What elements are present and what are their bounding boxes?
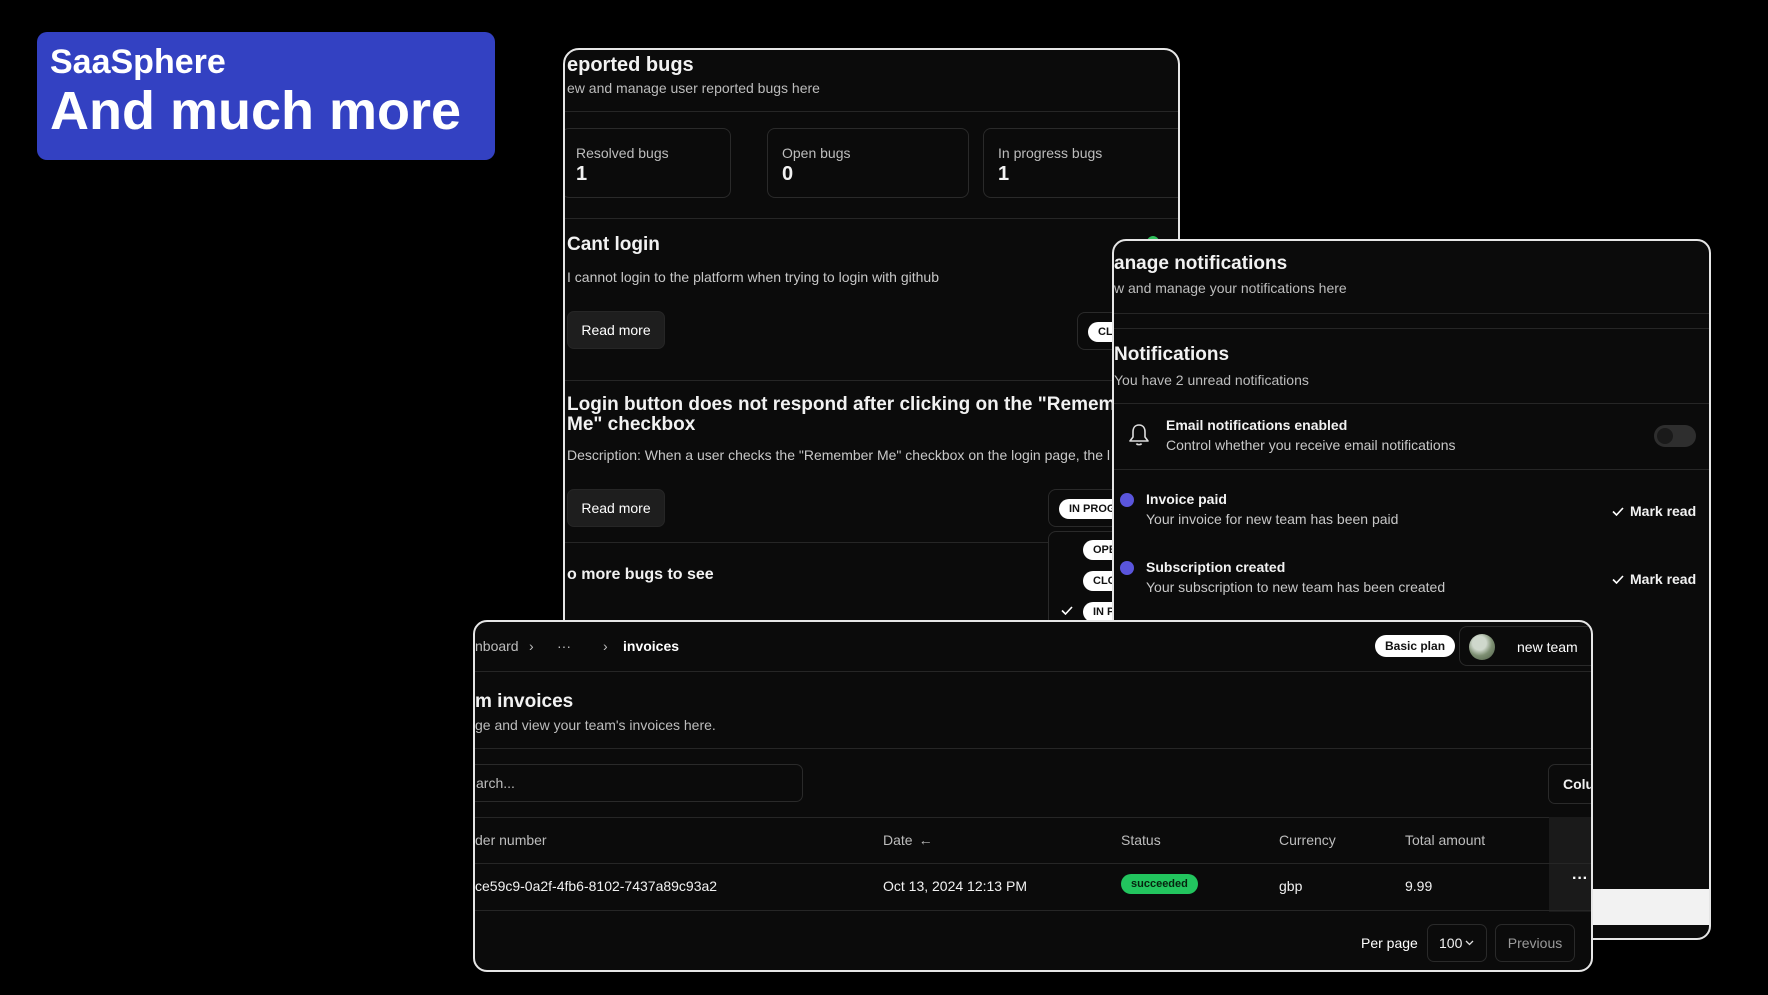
- email-notifications-title: Email notifications enabled: [1166, 417, 1348, 433]
- stat-label: Resolved bugs: [576, 145, 669, 161]
- brand-name: SaaSphere: [50, 43, 226, 81]
- cell-order-number: ce59c9-0a2f-4fb6-8102-7437a89c93a2: [475, 878, 718, 894]
- mark-read-button[interactable]: Mark read: [1612, 571, 1696, 587]
- plan-badge: Basic plan: [1375, 635, 1456, 657]
- divider: [475, 910, 1591, 911]
- column-header-total[interactable]: Total amount: [1405, 832, 1485, 848]
- column-header-order[interactable]: der number: [475, 832, 547, 848]
- per-page-select[interactable]: 100: [1427, 924, 1487, 962]
- stat-label: Open bugs: [782, 145, 851, 161]
- bug-title-line1: Login button does not respond after clic…: [567, 394, 1145, 415]
- page-title: eported bugs: [567, 54, 694, 76]
- divider: [475, 863, 1591, 864]
- notification-title: Invoice paid: [1146, 491, 1227, 507]
- page-title: anage notifications: [1114, 253, 1288, 274]
- stat-card-in-progress: In progress bugs 1: [983, 128, 1178, 198]
- check-icon: [1612, 574, 1624, 584]
- divider: [475, 748, 1591, 749]
- unread-dot: [1120, 493, 1134, 507]
- bell-icon: [1129, 424, 1149, 446]
- chevron-right-icon: ›: [603, 638, 608, 654]
- page-subtitle: ew and manage user reported bugs here: [567, 80, 820, 96]
- stat-card-resolved: Resolved bugs 1: [565, 128, 731, 198]
- bug-title-line2: Me" checkbox: [567, 414, 696, 435]
- team-name: new team: [1517, 639, 1578, 655]
- avatar: [1469, 634, 1495, 660]
- arrow-left-icon: ←: [918, 832, 933, 848]
- notification-subtitle: Your subscription to new team has been c…: [1146, 579, 1446, 595]
- divider: [1114, 469, 1709, 470]
- mark-read-button[interactable]: Mark read: [1612, 503, 1696, 519]
- notification-subtitle: Your invoice for new team has been paid: [1146, 511, 1399, 527]
- check-icon: [1612, 506, 1624, 516]
- empty-state-text: o more bugs to see: [567, 566, 714, 583]
- check-icon: [1061, 606, 1073, 615]
- per-page-label: Per page: [1361, 935, 1418, 951]
- divider: [1114, 328, 1709, 329]
- bug-description: Description: When a user checks the "Rem…: [567, 447, 1110, 463]
- email-notifications-subtitle: Control whether you receive email notifi…: [1166, 437, 1456, 453]
- email-notifications-toggle[interactable]: [1654, 425, 1696, 447]
- divider: [565, 111, 1178, 112]
- section-title: Notifications: [1114, 344, 1230, 365]
- search-field: [475, 764, 803, 802]
- stat-value: 0: [782, 163, 794, 185]
- page-subtitle: w and manage your notifications here: [1114, 280, 1347, 296]
- search-input[interactable]: [476, 765, 776, 801]
- breadcrumb-ellipsis[interactable]: ···: [557, 638, 571, 654]
- divider: [475, 671, 1591, 672]
- chevron-down-icon: [1465, 940, 1474, 946]
- team-switcher[interactable]: new team: [1459, 626, 1591, 666]
- divider: [565, 218, 1178, 219]
- columns-button[interactable]: Colu: [1548, 764, 1591, 804]
- column-header-currency[interactable]: Currency: [1279, 832, 1336, 848]
- reported-bugs-window: eported bugs ew and manage user reported…: [563, 48, 1180, 628]
- cell-total: 9.99: [1405, 878, 1433, 894]
- mark-read-label: Mark read: [1630, 571, 1697, 587]
- column-header-date[interactable]: Date ←: [883, 832, 933, 848]
- notification-title: Subscription created: [1146, 559, 1286, 575]
- stat-value: 1: [576, 163, 588, 185]
- read-more-button[interactable]: Read more: [567, 311, 665, 349]
- header-label: Date: [883, 832, 913, 848]
- header-label: Currency: [1279, 832, 1336, 848]
- actions-column: [1549, 817, 1591, 912]
- cell-currency: gbp: [1279, 878, 1303, 894]
- breadcrumb-current: invoices: [623, 638, 680, 654]
- stat-card-open: Open bugs 0: [767, 128, 969, 198]
- chevron-right-icon: ›: [529, 638, 534, 654]
- row-actions-button[interactable]: ···: [1572, 870, 1588, 888]
- column-header-status[interactable]: Status: [1121, 832, 1161, 848]
- banner-tagline: And much more: [50, 81, 462, 142]
- promo-banner: SaaSphere And much more: [37, 32, 495, 160]
- cell-date: Oct 13, 2024 12:13 PM: [883, 878, 1027, 894]
- divider: [1114, 403, 1709, 404]
- bug-title: Cant login: [567, 234, 660, 255]
- divider: [1114, 313, 1709, 314]
- breadcrumb-dashboard[interactable]: nboard: [475, 638, 519, 654]
- stat-label: In progress bugs: [998, 145, 1103, 161]
- header-label: Status: [1121, 832, 1161, 848]
- invoices-window: nboard › ··· › invoices Basic plan new t…: [473, 620, 1593, 972]
- status-badge: succeeded: [1121, 874, 1198, 894]
- section-subtitle: You have 2 unread notifications: [1114, 372, 1309, 388]
- per-page-value: 100: [1439, 935, 1463, 951]
- divider: [475, 817, 1591, 818]
- header-label: Total amount: [1405, 832, 1486, 848]
- divider: [565, 380, 1178, 381]
- header-label: der number: [475, 832, 547, 848]
- mark-read-label: Mark read: [1630, 503, 1697, 519]
- bug-description: I cannot login to the platform when tryi…: [567, 269, 939, 285]
- unread-dot: [1120, 561, 1134, 575]
- read-more-button[interactable]: Read more: [567, 489, 665, 527]
- page-subtitle: ge and view your team's invoices here.: [475, 717, 716, 733]
- stat-value: 1: [998, 163, 1010, 185]
- previous-page-button[interactable]: Previous: [1495, 924, 1575, 962]
- page-title: m invoices: [475, 691, 574, 712]
